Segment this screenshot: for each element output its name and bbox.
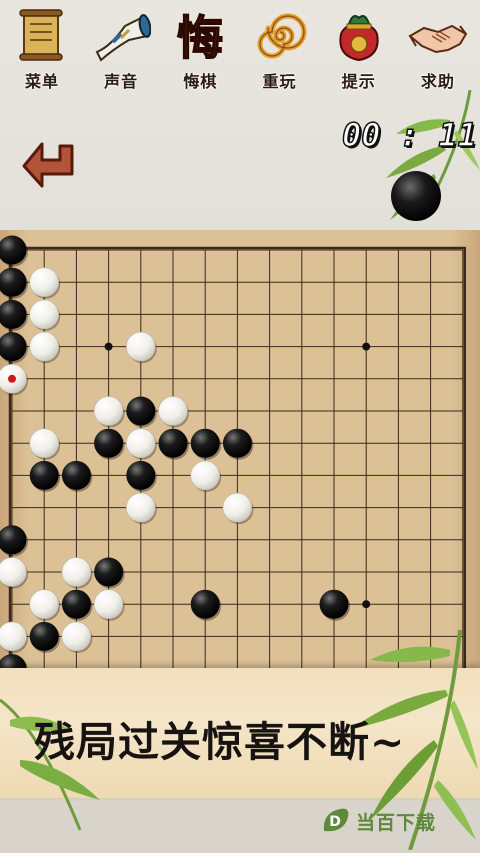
white-stone bbox=[0, 557, 27, 587]
back-button[interactable] bbox=[20, 136, 84, 194]
scroll-menu-icon bbox=[19, 9, 63, 61]
leaf-logo-icon: D bbox=[323, 808, 349, 832]
go-board[interactable] bbox=[0, 230, 480, 670]
black-stone bbox=[222, 428, 252, 458]
svg-text:D: D bbox=[329, 814, 341, 830]
last-move-marker bbox=[8, 374, 16, 383]
slogan-text: 残局过关惊喜不断~ bbox=[34, 718, 406, 766]
white-stone bbox=[126, 428, 156, 458]
star-point bbox=[104, 342, 113, 351]
regret-character-icon: 悔 bbox=[177, 10, 225, 66]
white-stone bbox=[93, 589, 124, 620]
menu-button[interactable]: 菜单 bbox=[6, 6, 78, 94]
black-stone bbox=[126, 460, 156, 490]
white-stone bbox=[29, 267, 60, 298]
black-stone bbox=[190, 428, 220, 458]
white-stone bbox=[29, 299, 60, 330]
spiral-replay-icon bbox=[257, 13, 307, 59]
sound-button[interactable]: 声音 bbox=[85, 6, 157, 94]
replay-label: 重玩 bbox=[262, 72, 297, 91]
lucky-bag-hint-icon bbox=[339, 15, 379, 62]
white-stone bbox=[29, 331, 60, 362]
toolbar: 菜单 声音 悔 悔棋 重玩 提示 求助 bbox=[0, 0, 480, 95]
game-timer: 00 : 11 bbox=[341, 115, 477, 155]
black-stone bbox=[319, 589, 349, 619]
white-stone bbox=[0, 621, 27, 652]
black-stone bbox=[126, 396, 156, 426]
white-stone bbox=[190, 460, 220, 491]
hint-button[interactable]: 提示 bbox=[323, 6, 395, 94]
watermark-text: 当百下载 bbox=[356, 811, 437, 834]
black-stone bbox=[190, 589, 220, 619]
turn-indicator-stone bbox=[391, 171, 441, 221]
white-stone bbox=[126, 492, 156, 523]
menu-label: 菜单 bbox=[24, 72, 59, 91]
white-stone bbox=[93, 396, 124, 426]
star-point bbox=[362, 342, 371, 351]
white-stone bbox=[61, 621, 92, 652]
white-stone bbox=[158, 396, 188, 426]
black-stone bbox=[61, 460, 91, 490]
svg-text:悔: 悔 bbox=[177, 11, 223, 65]
hint-label: 提示 bbox=[341, 72, 376, 91]
black-stone bbox=[94, 557, 124, 587]
horn-sound-icon bbox=[95, 14, 152, 62]
help-button[interactable]: 求助 bbox=[402, 6, 474, 94]
white-stone bbox=[222, 492, 253, 523]
white-stone bbox=[29, 428, 60, 458]
white-stone bbox=[29, 589, 60, 620]
undo-label: 悔棋 bbox=[183, 72, 218, 91]
replay-button[interactable]: 重玩 bbox=[244, 6, 316, 94]
black-stone bbox=[29, 621, 59, 651]
back-arrow-icon bbox=[22, 142, 74, 188]
black-stone bbox=[158, 428, 188, 458]
white-stone bbox=[61, 557, 92, 587]
board-grid[interactable] bbox=[0, 230, 480, 670]
help-label: 求助 bbox=[420, 72, 455, 91]
star-point bbox=[362, 600, 371, 609]
black-stone bbox=[94, 428, 124, 458]
undo-button[interactable]: 悔 悔棋 bbox=[164, 6, 236, 94]
black-stone bbox=[61, 589, 91, 619]
watermark: D 当百下载 bbox=[320, 806, 470, 836]
sound-label: 声音 bbox=[104, 72, 139, 91]
handshake-help-icon bbox=[408, 24, 468, 54]
black-stone bbox=[29, 460, 59, 490]
white-stone bbox=[126, 331, 156, 362]
